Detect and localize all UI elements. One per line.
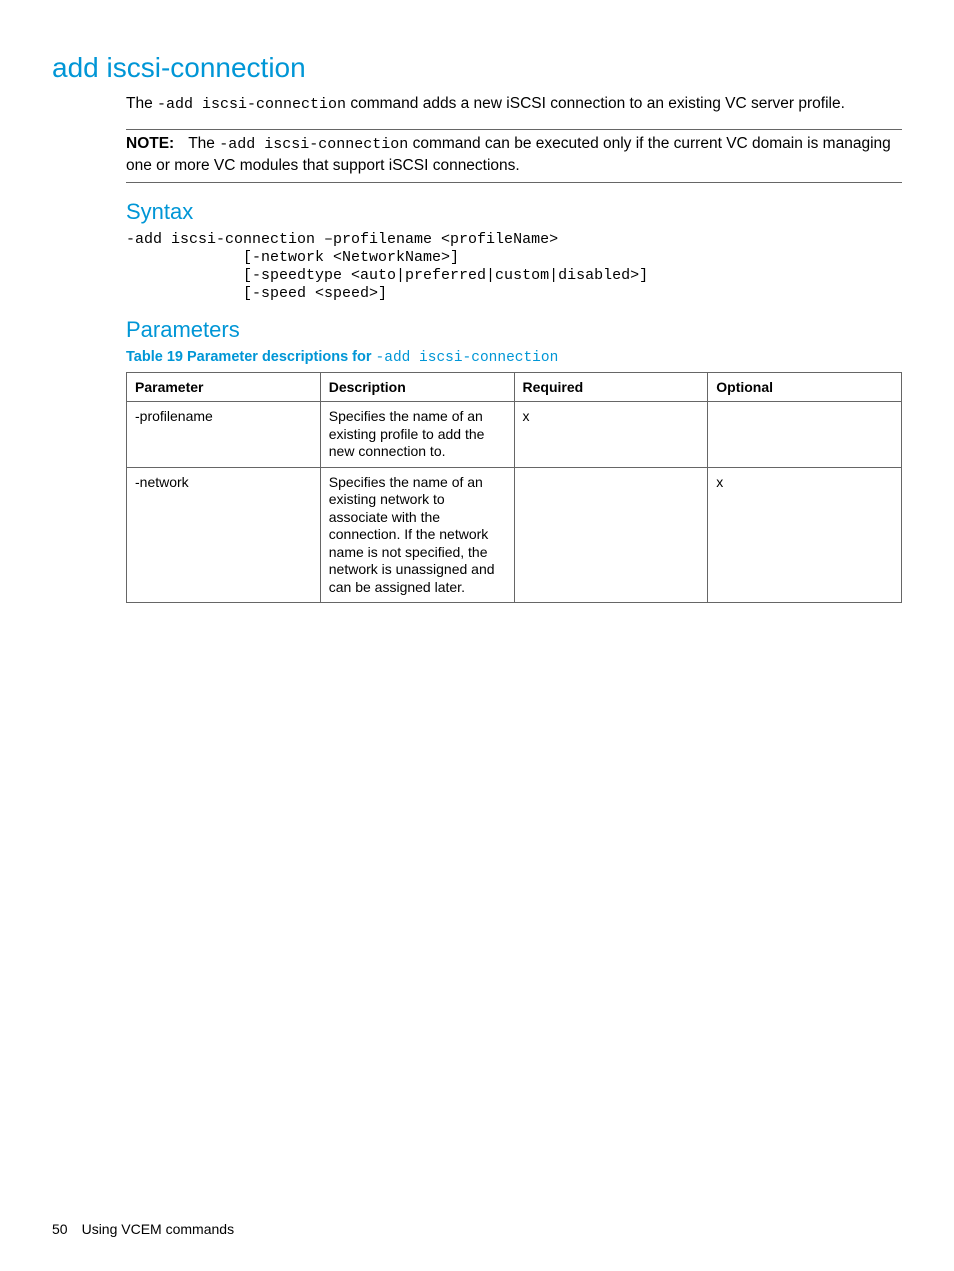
syntax-block: -add iscsi-connection –profilename <prof… xyxy=(126,231,902,303)
footer-section: Using VCEM commands xyxy=(82,1221,235,1237)
syntax-heading: Syntax xyxy=(126,199,902,225)
table-caption: Table 19 Parameter descriptions for -add… xyxy=(126,349,902,366)
th-optional: Optional xyxy=(708,373,902,402)
cell-param: -profilename xyxy=(127,402,321,468)
cell-optional: x xyxy=(708,467,902,603)
intro-text-post: command adds a new iSCSI connection to a… xyxy=(346,95,845,112)
note-text-pre: The xyxy=(188,135,219,152)
th-parameter: Parameter xyxy=(127,373,321,402)
page-title: add iscsi-connection xyxy=(52,52,902,84)
th-required: Required xyxy=(514,373,708,402)
parameters-table: Parameter Description Required Optional … xyxy=(126,372,902,603)
table-caption-code: -add iscsi-connection xyxy=(376,350,559,366)
cell-required: x xyxy=(514,402,708,468)
table-head: Parameter Description Required Optional xyxy=(127,373,902,402)
cell-required xyxy=(514,467,708,603)
intro-code: -add iscsi-connection xyxy=(157,96,346,113)
body-content: The -add iscsi-connection command adds a… xyxy=(126,94,902,603)
intro-text-pre: The xyxy=(126,95,157,112)
intro-paragraph: The -add iscsi-connection command adds a… xyxy=(126,94,902,115)
page-footer: 50 Using VCEM commands xyxy=(52,1221,234,1237)
note-label: NOTE: xyxy=(126,135,174,152)
parameters-heading: Parameters xyxy=(126,317,902,343)
cell-param: -network xyxy=(127,467,321,603)
table-caption-bold: Table 19 Parameter descriptions for xyxy=(126,349,376,365)
page: add iscsi-connection The -add iscsi-conn… xyxy=(0,0,954,1271)
page-number: 50 xyxy=(52,1221,68,1237)
table-body: -profilename Specifies the name of an ex… xyxy=(127,402,902,603)
cell-optional xyxy=(708,402,902,468)
th-description: Description xyxy=(320,373,514,402)
note-block: NOTE:The -add iscsi-connection command c… xyxy=(126,129,902,183)
cell-desc: Specifies the name of an existing networ… xyxy=(320,467,514,603)
table-row: -profilename Specifies the name of an ex… xyxy=(127,402,902,468)
note-code: -add iscsi-connection xyxy=(219,136,408,153)
table-row: -network Specifies the name of an existi… xyxy=(127,467,902,603)
cell-desc: Specifies the name of an existing profil… xyxy=(320,402,514,468)
table-header-row: Parameter Description Required Optional xyxy=(127,373,902,402)
